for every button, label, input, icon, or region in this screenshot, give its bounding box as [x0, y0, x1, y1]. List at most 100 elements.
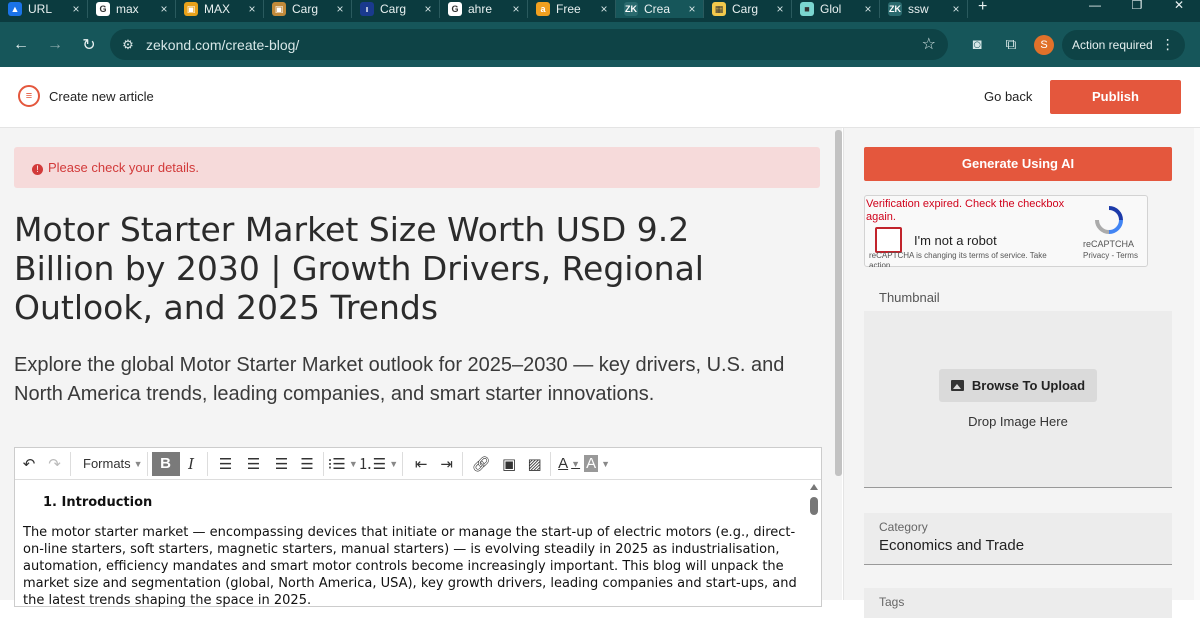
close-tab-icon[interactable]: × [509, 2, 523, 16]
minimize-icon[interactable]: — [1074, 0, 1116, 14]
link-icon[interactable]: 🔗︎ [467, 452, 495, 476]
new-tab-button[interactable]: + [968, 0, 997, 15]
outdent-icon[interactable]: ⇤ [407, 452, 435, 476]
recaptcha-checkbox[interactable] [875, 227, 902, 253]
close-tab-icon[interactable]: × [157, 2, 171, 16]
browser-tab-title: URL [28, 2, 53, 16]
reload-icon[interactable]: ↻ [72, 35, 106, 55]
bold-icon[interactable]: B [151, 451, 180, 476]
browser-tab-title: max [116, 2, 139, 16]
address-bar[interactable]: ⚙ zekond.com/create-blog/ ☆ [110, 29, 948, 60]
back-arrow-icon[interactable]: ← [4, 36, 38, 54]
article-description-input[interactable]: Explore the global Motor Starter Market … [14, 351, 814, 409]
editor-paragraph: The motor starter market — encompassing … [23, 525, 797, 608]
browser-tab[interactable]: ▲ URL × [0, 0, 88, 18]
action-required-button[interactable]: Action required ⋮ [1062, 29, 1185, 60]
rich-text-editor: ↶ ↷ Formats ▼ B I ☰ ☰ ☰ ☰ ⁝☰ ▼ ⒈☰ ▼ ⇤ ⇥ 🔗︎ … [14, 447, 822, 609]
text-color-icon[interactable]: A ▼ [555, 452, 583, 476]
recaptcha-label: I'm not a robot [914, 233, 997, 248]
recaptcha-terms-note[interactable]: reCAPTCHA is changing its terms of servi… [869, 251, 1069, 267]
recaptcha-brand: reCAPTCHA [1083, 239, 1135, 249]
browse-upload-button[interactable]: Browse To Upload [939, 369, 1097, 402]
browse-upload-label: Browse To Upload [971, 378, 1086, 393]
indent-icon[interactable]: ⇥ [435, 451, 464, 476]
close-tab-icon[interactable]: × [597, 2, 611, 16]
tags-field[interactable]: Tags [864, 588, 1172, 618]
formats-label: Formats [83, 456, 131, 471]
browser-tab-title: MAX [204, 2, 231, 16]
cargo-icon: ı [360, 2, 374, 16]
close-tab-icon[interactable]: × [685, 2, 699, 16]
browser-tab-title: Carg [292, 2, 319, 16]
close-tab-icon[interactable]: × [773, 2, 787, 16]
background-color-icon[interactable]: A ▼ [583, 452, 611, 476]
globe-icon: ■ [800, 2, 814, 16]
align-justify-icon[interactable]: ☰ [296, 451, 324, 476]
toolbar-right: ◙ ⧉ S Action required ⋮ [960, 22, 1185, 67]
article-title-input[interactable]: Motor Starter Market Size Worth USD 9.2 … [14, 210, 774, 327]
google-icon: G [448, 2, 462, 16]
browser-tab-title: ahre [468, 2, 493, 16]
browser-tab[interactable]: ▦ Carg × [704, 0, 792, 18]
browser-tab[interactable]: ZK ssw × [880, 0, 968, 18]
restore-icon[interactable]: ❐ [1116, 0, 1158, 14]
browser-tab[interactable]: Gahre × [440, 0, 528, 18]
heading-number: 1. [43, 495, 57, 510]
close-tab-icon[interactable]: × [333, 2, 347, 16]
numbered-list-icon[interactable]: ⒈☰ ▼ [358, 451, 404, 476]
extensions-icon[interactable]: ⧉ [994, 36, 1028, 53]
go-back-link[interactable]: Go back [984, 89, 1032, 104]
category-select[interactable]: Category Economics and Trade [864, 513, 1172, 565]
article-editor-pane: ! Please check your details. Motor Starte… [0, 128, 842, 608]
browser-tab[interactable]: ■ Glol × [792, 0, 880, 18]
browser-tab[interactable]: ZK Crea × [616, 0, 704, 18]
close-tab-icon[interactable]: × [949, 2, 963, 16]
editor-content[interactable]: 1. Introduction The motor starter market… [23, 494, 803, 609]
recaptcha-links[interactable]: Privacy - Terms [1083, 251, 1138, 260]
align-center-icon[interactable]: ☰ [240, 452, 268, 476]
bullet-list-icon[interactable]: ⁝☰ ▼ [328, 452, 358, 476]
site-settings-icon[interactable]: ⚙ [110, 37, 146, 53]
close-tab-icon[interactable]: × [245, 2, 259, 16]
close-tab-icon[interactable]: × [421, 2, 435, 16]
editor-scrollbar[interactable] [809, 482, 819, 606]
align-right-icon[interactable]: ☰ [268, 452, 296, 476]
undo-icon[interactable]: ↶ [15, 452, 43, 476]
menu-dots-icon: ⋮ [1160, 36, 1175, 52]
browser-tab[interactable]: a Free × [528, 0, 616, 18]
image-icon[interactable]: ▨ [523, 451, 552, 476]
editor-toolbar: ↶ ↷ Formats ▼ B I ☰ ☰ ☰ ☰ ⁝☰ ▼ ⒈☰ ▼ ⇤ ⇥ 🔗︎ … [15, 448, 821, 480]
browser-tab-title: Carg [380, 2, 407, 16]
error-alert: ! Please check your details. [14, 147, 820, 188]
sidebar-scrollbar[interactable] [1194, 128, 1200, 600]
thumbnail-dropzone[interactable]: Browse To Upload Drop Image Here [864, 311, 1172, 488]
scroll-thumb[interactable] [810, 497, 818, 515]
url-text: zekond.com/create-blog/ [146, 36, 300, 53]
close-window-icon[interactable]: ✕ [1158, 0, 1200, 14]
align-left-icon[interactable]: ☰ [212, 452, 240, 476]
profile-avatar[interactable]: S [1034, 34, 1054, 55]
generate-ai-button[interactable]: Generate Using AI [864, 147, 1172, 181]
publish-button[interactable]: Publish [1050, 80, 1181, 114]
browser-tab[interactable]: ▣ MAX × [176, 0, 264, 18]
italic-icon[interactable]: I [180, 451, 208, 476]
scroll-up-icon[interactable] [810, 484, 818, 490]
browser-tab[interactable]: ı Carg × [352, 0, 440, 18]
scrollbar[interactable] [835, 130, 842, 476]
media-icon[interactable]: ▣ [495, 452, 523, 476]
redo-icon[interactable]: ↷ [43, 451, 71, 476]
close-tab-icon[interactable]: × [861, 2, 875, 16]
browser-tab[interactable]: ▣ Carg × [264, 0, 352, 18]
settings-sidebar: Generate Using AI Verification expired. … [843, 128, 1200, 618]
browser-tab[interactable]: Gmax × [88, 0, 176, 18]
bookmark-star-icon[interactable]: ☆ [922, 34, 936, 54]
tags-label: Tags [879, 595, 905, 609]
recaptcha-logo-icon [1095, 206, 1123, 234]
close-tab-icon[interactable]: × [69, 2, 83, 16]
forward-arrow-icon[interactable]: → [38, 36, 72, 54]
article-icon: ≡ [18, 85, 40, 107]
formats-dropdown[interactable]: Formats ▼ [75, 451, 148, 476]
google-icon: G [96, 2, 110, 16]
app-header: ≡ Create new article Go back Publish [0, 67, 1200, 128]
camera-icon[interactable]: ◙ [960, 36, 994, 53]
